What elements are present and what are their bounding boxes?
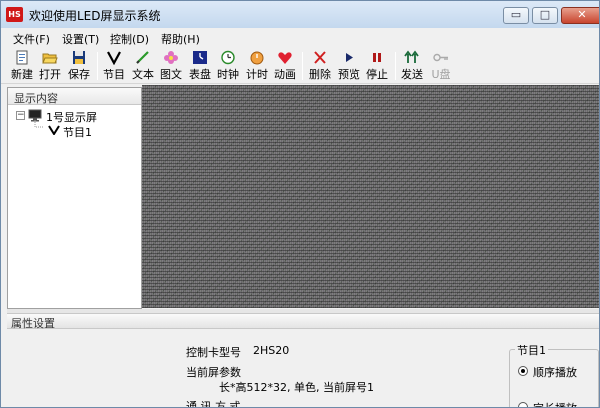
text-label: 文本 <box>132 68 154 81</box>
timer-label: 计时 <box>246 68 268 81</box>
image-text-button[interactable]: 图文 <box>159 50 183 82</box>
program-v-icon <box>48 125 60 135</box>
maximize-button[interactable]: □ <box>532 7 558 24</box>
menu-bar: 文件(F) 设置(T) 控制(D) 帮助(H) <box>1 28 599 48</box>
save-disk-icon <box>73 51 85 64</box>
menu-file[interactable]: 文件(F) <box>13 31 50 47</box>
toolbar-separator <box>97 52 98 80</box>
fixed-length-radio[interactable] <box>518 402 528 407</box>
card-model-label: 控制卡型号 <box>186 346 241 359</box>
clock-label: 时钟 <box>217 68 239 81</box>
pause-icon <box>373 53 381 62</box>
text-pen-icon <box>136 51 149 64</box>
save-button[interactable]: 保存 <box>67 50 91 82</box>
program-button[interactable]: 节目 <box>102 50 126 82</box>
image-text-label: 图文 <box>160 68 182 81</box>
preview-label: 预览 <box>338 68 360 81</box>
screen-params-value: 长*高512*32, 单色, 当前屏号1 <box>219 381 374 394</box>
send-arrows-icon <box>404 50 419 63</box>
dial-label: 表盘 <box>189 68 211 81</box>
main-window: HS 欢迎使用LED屏显示系统 ▭ □ ✕ 文件(F) 设置(T) 控制(D) … <box>0 0 600 408</box>
open-label: 打开 <box>39 68 61 81</box>
menu-settings[interactable]: 设置(T) <box>62 31 99 47</box>
clock-icon <box>221 50 235 65</box>
menu-help[interactable]: 帮助(H) <box>161 31 200 47</box>
toolbar-separator <box>302 52 303 80</box>
led-preview-area[interactable] <box>142 85 599 308</box>
timer-button[interactable]: 计时 <box>245 50 269 82</box>
program-v-icon <box>107 51 121 65</box>
menu-control[interactable]: 控制(D) <box>110 31 149 47</box>
udisk-label: U盘 <box>431 68 451 81</box>
fixed-length-label: 定长播放 <box>533 400 577 407</box>
dial-clock-icon <box>193 51 207 64</box>
text-button[interactable]: 文本 <box>131 50 155 82</box>
delete-label: 删除 <box>309 68 331 81</box>
play-order-label: 顺序播放 <box>533 366 577 379</box>
card-model-value: 2HS20 <box>253 344 290 357</box>
new-file-icon <box>16 50 28 65</box>
tree-node-program[interactable]: 节目1 <box>63 124 92 140</box>
animation-label: 动画 <box>274 68 296 81</box>
save-label: 保存 <box>68 68 90 81</box>
close-button[interactable]: ✕ <box>561 7 599 24</box>
content-panel-header: 显示内容 <box>8 88 141 105</box>
animation-button[interactable]: 动画 <box>273 50 297 82</box>
usb-key-icon <box>433 53 448 62</box>
properties-header: 属性设置 <box>7 313 599 330</box>
title-bar[interactable]: HS 欢迎使用LED屏显示系统 ▭ □ ✕ <box>1 1 599 28</box>
toolbar-separator <box>395 52 396 80</box>
clock-button[interactable]: 时钟 <box>216 50 240 82</box>
program-group-title: 节目1 <box>515 342 548 358</box>
send-label: 发送 <box>401 68 423 81</box>
tree-node-screen[interactable]: 1号显示屏 <box>46 109 97 125</box>
comm-mode-label: 通 讯 方 式 <box>186 400 241 408</box>
new-label: 新建 <box>11 68 33 81</box>
new-button[interactable]: 新建 <box>10 50 34 82</box>
preview-button[interactable]: 预览 <box>337 50 361 82</box>
open-folder-icon <box>42 53 58 64</box>
delete-button[interactable]: 删除 <box>308 50 332 82</box>
timer-icon <box>250 51 264 65</box>
image-flower-icon <box>164 51 178 64</box>
minimize-button[interactable]: ▭ <box>503 7 529 24</box>
screen-params-label: 当前屏参数 <box>186 366 241 379</box>
stop-button[interactable]: 停止 <box>365 50 389 82</box>
window-title: 欢迎使用LED屏显示系统 <box>29 9 161 23</box>
program-label: 节目 <box>103 68 125 81</box>
heart-icon <box>278 52 292 64</box>
open-button[interactable]: 打开 <box>38 50 62 82</box>
app-logo-icon: HS <box>6 7 23 22</box>
udisk-button[interactable]: U盘 <box>429 50 453 82</box>
stop-label: 停止 <box>366 68 388 81</box>
toolbar: 新建 打开 保存 节目 文本 图文 表盘 时钟 计时 动画 删除 预览 停止 发… <box>1 48 599 84</box>
dial-button[interactable]: 表盘 <box>188 50 212 82</box>
play-order-radio[interactable] <box>518 366 528 376</box>
play-icon <box>346 53 353 62</box>
send-button[interactable]: 发送 <box>400 50 424 82</box>
delete-x-icon <box>314 51 326 64</box>
tree-collapse-toggle[interactable]: − <box>16 111 25 120</box>
content-tree-panel: 显示内容 − 1号显示屏 节目1 <box>7 87 142 309</box>
